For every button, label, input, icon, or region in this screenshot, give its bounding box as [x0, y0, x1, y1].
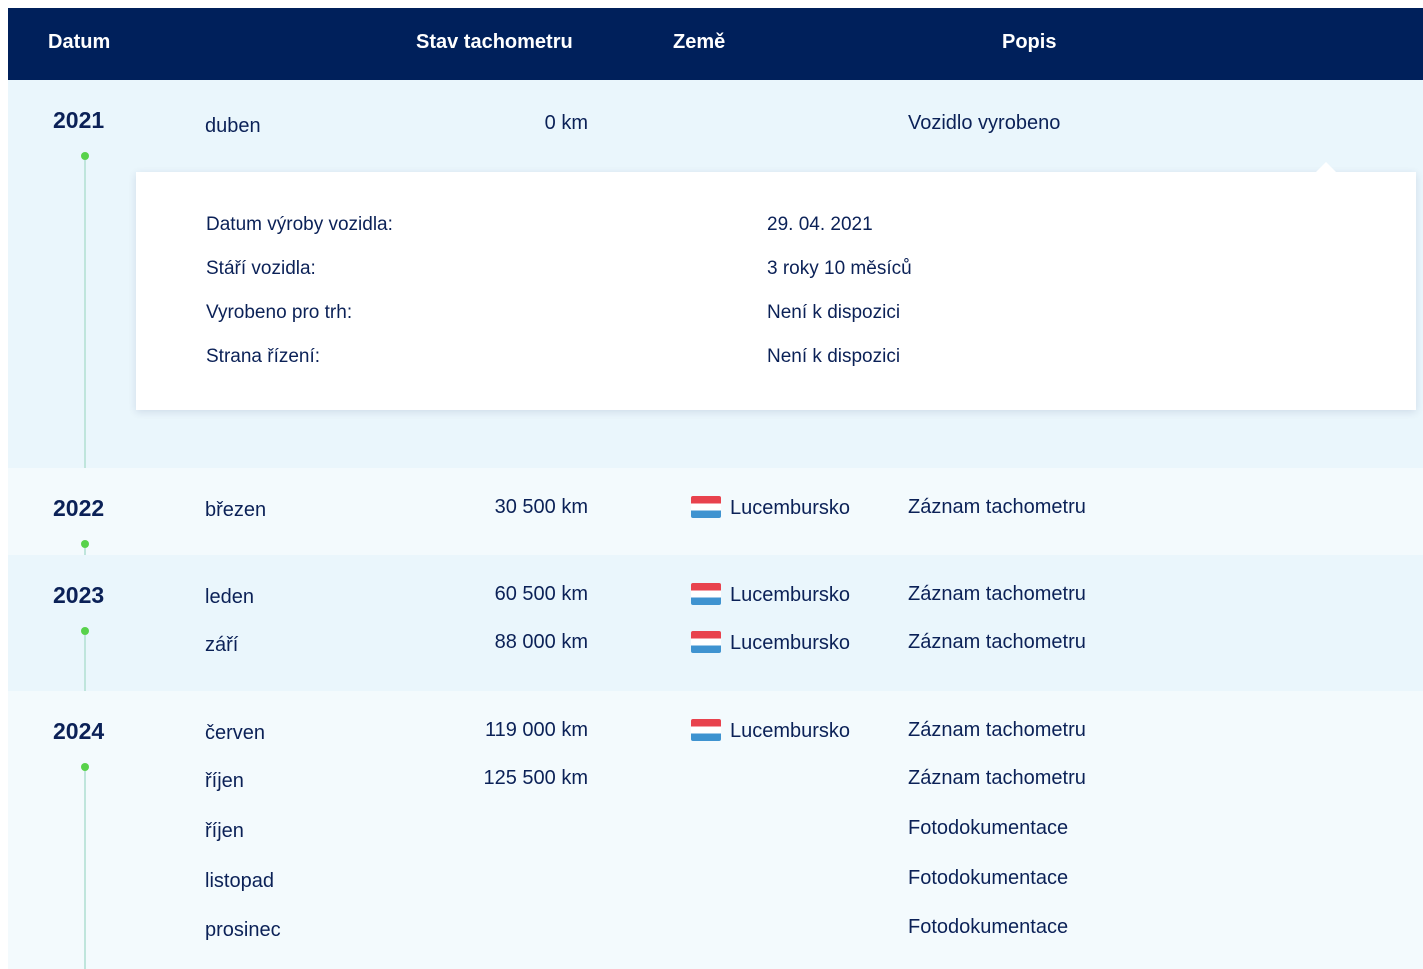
table-row[interactable]: říjen 125 500 km Záznam tachometru — [8, 767, 1423, 797]
row-country: Lucembursko — [691, 631, 850, 655]
timeline-dot — [81, 540, 89, 548]
detail-value: Není k dispozici — [767, 346, 901, 367]
table-row[interactable]: listopad Fotodokumentace — [8, 867, 1423, 897]
panel-caret — [1316, 162, 1336, 172]
row-description: Fotodokumentace — [908, 867, 1069, 889]
year-group-2024: 2024 červen 119 000 km Lucembursko Zázna… — [8, 691, 1423, 969]
row-country: Lucembursko — [691, 583, 850, 607]
table-row[interactable]: leden 60 500 km Lucembursko Záznam tacho… — [8, 583, 1423, 613]
row-description: Fotodokumentace — [908, 817, 1069, 839]
detail-label: Strana řízení: — [206, 346, 321, 367]
vehicle-detail-panel: Datum výroby vozidla: 29. 04. 2021 Stáří… — [136, 162, 1416, 410]
table-row[interactable]: březen 30 500 km Lucembursko Záznam tach… — [8, 496, 1423, 526]
row-description: Záznam tachometru — [908, 767, 1086, 789]
row-odometer: 119 000 km — [484, 719, 588, 741]
year-group-2021: 2021 duben 0 km Vozidlo vyrobeno Datum v… — [8, 80, 1423, 468]
table-row[interactable]: červen 119 000 km Lucembursko Záznam tac… — [8, 719, 1423, 749]
header-datum: Datum — [48, 31, 111, 53]
row-country: Lucembursko — [691, 496, 850, 520]
row-month: duben — [205, 115, 261, 137]
row-month: září — [205, 634, 239, 656]
detail-value: Není k dispozici — [767, 302, 901, 323]
row-month: prosinec — [205, 919, 281, 941]
header-popis: Popis — [1002, 31, 1057, 53]
row-description: Fotodokumentace — [908, 916, 1069, 938]
row-odometer: 125 500 km — [483, 767, 588, 789]
year-group-2023: 2023 leden 60 500 km Lucembursko Záznam … — [8, 555, 1423, 691]
row-description: Záznam tachometru — [908, 631, 1086, 653]
row-odometer: 0 km — [544, 112, 588, 134]
detail-value: 3 roky 10 měsíců — [767, 258, 912, 279]
row-description: Záznam tachometru — [908, 583, 1086, 605]
timeline-dot — [81, 152, 89, 160]
row-month: leden — [205, 586, 254, 608]
row-description: Vozidlo vyrobeno — [908, 112, 1061, 134]
luxembourg-flag-icon — [691, 719, 721, 741]
table-header: Datum Stav tachometru Země Popis — [8, 8, 1423, 80]
row-month: říjen — [205, 820, 244, 842]
row-description: Záznam tachometru — [908, 719, 1086, 741]
row-month: červen — [205, 722, 266, 744]
history-table: Datum Stav tachometru Země Popis 2021 du… — [8, 8, 1423, 969]
luxembourg-flag-icon — [691, 631, 721, 653]
row-month: říjen — [205, 770, 244, 792]
header-stav-tachometru: Stav tachometru — [416, 31, 573, 53]
luxembourg-flag-icon — [691, 583, 721, 605]
table-row[interactable]: říjen Fotodokumentace — [8, 817, 1423, 847]
table-row[interactable]: prosinec Fotodokumentace — [8, 916, 1423, 946]
detail-label: Datum výroby vozidla: — [206, 214, 393, 235]
row-odometer: 60 500 km — [494, 583, 588, 605]
row-country: Lucembursko — [691, 719, 850, 743]
table-row[interactable]: září 88 000 km Lucembursko Záznam tachom… — [8, 631, 1423, 661]
timeline-line — [84, 160, 86, 468]
header-zeme: Země — [673, 31, 726, 53]
row-odometer: 30 500 km — [494, 496, 588, 518]
row-odometer: 88 000 km — [494, 631, 588, 653]
timeline-line — [84, 548, 86, 555]
row-description: Záznam tachometru — [908, 496, 1086, 518]
row-month: březen — [205, 499, 267, 521]
year-group-2022: 2022 březen 30 500 km Lucembursko Záznam… — [8, 468, 1423, 555]
luxembourg-flag-icon — [691, 496, 721, 518]
row-month: listopad — [205, 870, 274, 892]
detail-label: Vyrobeno pro trh: — [206, 302, 353, 323]
detail-label: Stáří vozidla: — [206, 258, 316, 279]
detail-value: 29. 04. 2021 — [767, 214, 873, 235]
table-row[interactable]: duben 0 km Vozidlo vyrobeno — [8, 112, 1423, 142]
